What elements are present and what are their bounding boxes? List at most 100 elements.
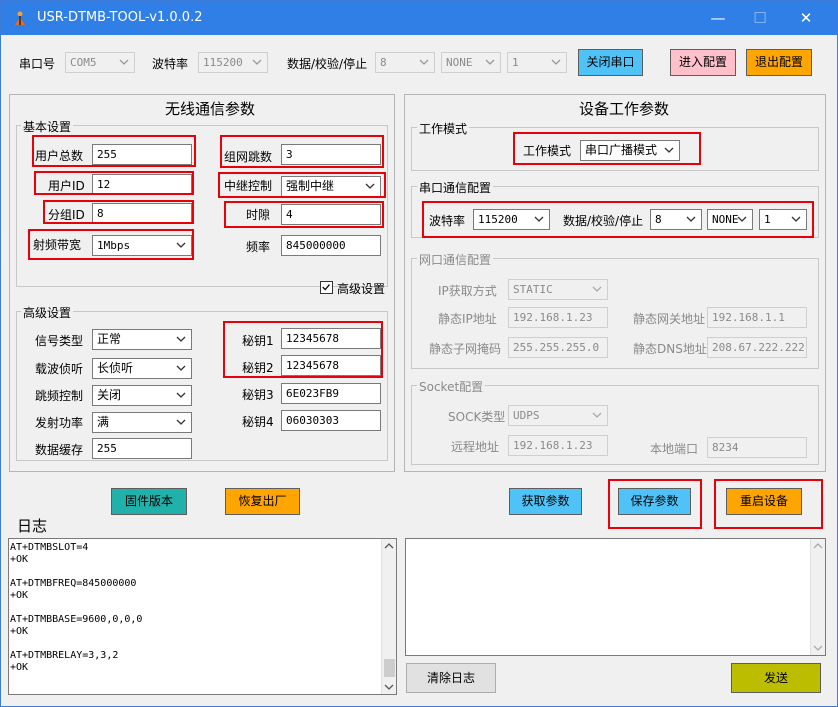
enter-config-button[interactable]: 进入配置 xyxy=(670,49,736,76)
log-line: +OK xyxy=(10,590,29,601)
frequency-label: 频率 xyxy=(246,240,271,254)
highlight-save-params xyxy=(608,479,702,529)
data-format-label: 数据/校验/停止 xyxy=(287,57,368,71)
subnet-mask-input[interactable]: 255.255.255.0 xyxy=(508,337,608,358)
carrier-sense-label: 载波侦听 xyxy=(35,362,84,376)
close-port-button[interactable]: 关闭串口 xyxy=(578,49,643,76)
chevron-down-icon xyxy=(485,59,495,65)
log-line: AT+DTMBBASE=9600,0,0,0 xyxy=(10,614,143,625)
log-lines: AT+DTMBSLOT=4 +OK AT+DTMBFREQ=845000000 +OK… xyxy=(10,542,142,674)
firmware-version-button[interactable]: 固件版本 xyxy=(111,488,187,515)
key4-input[interactable]: 06030303 xyxy=(281,410,381,431)
local-port-label: 本地端口 xyxy=(650,442,699,456)
log-scrollbar[interactable] xyxy=(381,539,396,694)
tx-power-select[interactable]: 满 xyxy=(92,412,192,433)
highlight-bandwidth xyxy=(28,229,194,260)
baud-select[interactable]: 115200 xyxy=(198,52,268,73)
highlight-group-id xyxy=(43,200,194,224)
work-mode-group-label: 工作模式 xyxy=(417,120,470,137)
factory-reset-button[interactable]: 恢复出厂 xyxy=(225,488,300,515)
highlight-restart xyxy=(714,479,823,529)
data-cache-input[interactable]: 255 xyxy=(92,438,192,459)
wireless-params-panel: 无线通信参数 基本设置 用户总数 255 用户ID 12 分组ID 8 射频带宽… xyxy=(9,94,395,472)
wireless-panel-title: 无线通信参数 xyxy=(165,100,256,118)
maximize-button[interactable]: ☐ xyxy=(745,6,775,30)
subnet-mask-label: 静态子网掩码 xyxy=(429,342,502,356)
app-logo-icon xyxy=(15,11,25,25)
log-output[interactable]: AT+DTMBSLOT=4 +OK AT+DTMBFREQ=845000000 +OK… xyxy=(8,538,397,695)
signal-type-select[interactable]: 正常 xyxy=(92,329,192,350)
chevron-down-icon xyxy=(419,59,429,65)
check-icon xyxy=(322,284,330,291)
hopping-select[interactable]: 关闭 xyxy=(92,385,192,406)
scroll-up-icon[interactable] xyxy=(813,542,823,550)
parity-select[interactable]: NONE xyxy=(441,52,501,73)
highlight-user-total xyxy=(32,135,196,167)
scroll-thumb[interactable] xyxy=(384,659,395,677)
key3-input[interactable]: 6E023FB9 xyxy=(281,383,381,404)
window-title: USR-DTMB-TOOL-v1.0.0.2 xyxy=(37,10,203,25)
stop-bits-select[interactable]: 1 xyxy=(507,52,567,73)
chevron-down-icon xyxy=(176,336,186,342)
clear-log-button[interactable]: 清除日志 xyxy=(406,663,496,693)
ip-mode-select[interactable]: STATIC xyxy=(508,279,608,300)
static-ip-input[interactable]: 192.168.1.23 xyxy=(508,307,608,328)
serial-config-label: 串口通信配置 xyxy=(417,179,494,196)
highlight-serial-config xyxy=(422,201,814,238)
sock-type-label: SOCK类型 xyxy=(448,410,506,424)
minimize-button[interactable]: — xyxy=(703,6,733,30)
log-line: AT+DTMBRELAY=3,3,2 xyxy=(10,650,119,661)
app-window: USR-DTMB-TOOL-v1.0.0.2 — ☐ ✕ 串口号 COM5 波特… xyxy=(0,0,838,707)
scroll-down-icon[interactable] xyxy=(384,683,394,691)
log-line: +OK xyxy=(10,626,29,637)
frequency-input[interactable]: 845000000 xyxy=(281,235,381,256)
data-bits-select[interactable]: 8 xyxy=(375,52,435,73)
signal-type-label: 信号类型 xyxy=(35,334,84,348)
send-input[interactable] xyxy=(405,538,826,656)
key4-label: 秘钥4 xyxy=(242,415,274,429)
log-line: AT+DTMBSLOT=4 xyxy=(10,542,89,553)
log-line: +OK xyxy=(10,662,29,673)
get-params-button[interactable]: 获取参数 xyxy=(509,488,582,515)
basic-settings-label: 基本设置 xyxy=(21,118,74,135)
highlight-hops xyxy=(220,135,384,168)
port-select[interactable]: COM5 xyxy=(65,52,135,73)
remote-address-input[interactable]: 192.168.1.23 xyxy=(508,435,608,456)
chevron-down-icon xyxy=(176,419,186,425)
device-params-panel: 设备工作参数 工作模式 工作模式 串口广播模式 串口通信配置 波特率 11520… xyxy=(404,94,826,472)
ip-mode-label: IP获取方式 xyxy=(438,284,497,298)
static-ip-label: 静态IP地址 xyxy=(438,312,497,326)
local-port-input[interactable]: 8234 xyxy=(707,437,807,458)
carrier-sense-select[interactable]: 长侦听 xyxy=(92,358,192,379)
gateway-input[interactable]: 192.168.1.1 xyxy=(707,307,807,328)
send-scrollbar[interactable] xyxy=(810,539,825,655)
chevron-down-icon xyxy=(551,59,561,65)
exit-config-button[interactable]: 退出配置 xyxy=(746,49,812,76)
dns-input[interactable]: 208.67.222.222 xyxy=(707,337,807,358)
highlight-user-id xyxy=(34,171,194,195)
close-button[interactable]: ✕ xyxy=(791,6,821,30)
log-title: 日志 xyxy=(17,517,48,535)
highlight-relay xyxy=(218,172,386,198)
chevron-down-icon xyxy=(252,59,262,65)
device-panel-title: 设备工作参数 xyxy=(579,100,670,118)
remote-address-label: 远程地址 xyxy=(451,440,500,454)
advanced-settings-label: 高级设置 xyxy=(21,304,74,321)
gateway-label: 静态网关地址 xyxy=(633,312,706,326)
sock-type-select[interactable]: UDPS xyxy=(508,405,608,426)
dns-label: 静态DNS地址 xyxy=(633,342,707,356)
send-button[interactable]: 发送 xyxy=(731,663,821,693)
scroll-up-icon[interactable] xyxy=(384,542,394,550)
data-cache-label: 数据缓存 xyxy=(35,443,84,457)
advanced-checkbox[interactable] xyxy=(320,281,333,294)
log-line: +OK xyxy=(10,554,29,565)
highlight-work-mode xyxy=(513,132,701,165)
chevron-down-icon xyxy=(592,412,602,418)
chevron-down-icon xyxy=(176,392,186,398)
hopping-label: 跳频控制 xyxy=(35,389,84,403)
tx-power-label: 发射功率 xyxy=(35,416,84,430)
highlight-slot xyxy=(224,201,384,228)
scroll-down-icon[interactable] xyxy=(813,644,823,652)
